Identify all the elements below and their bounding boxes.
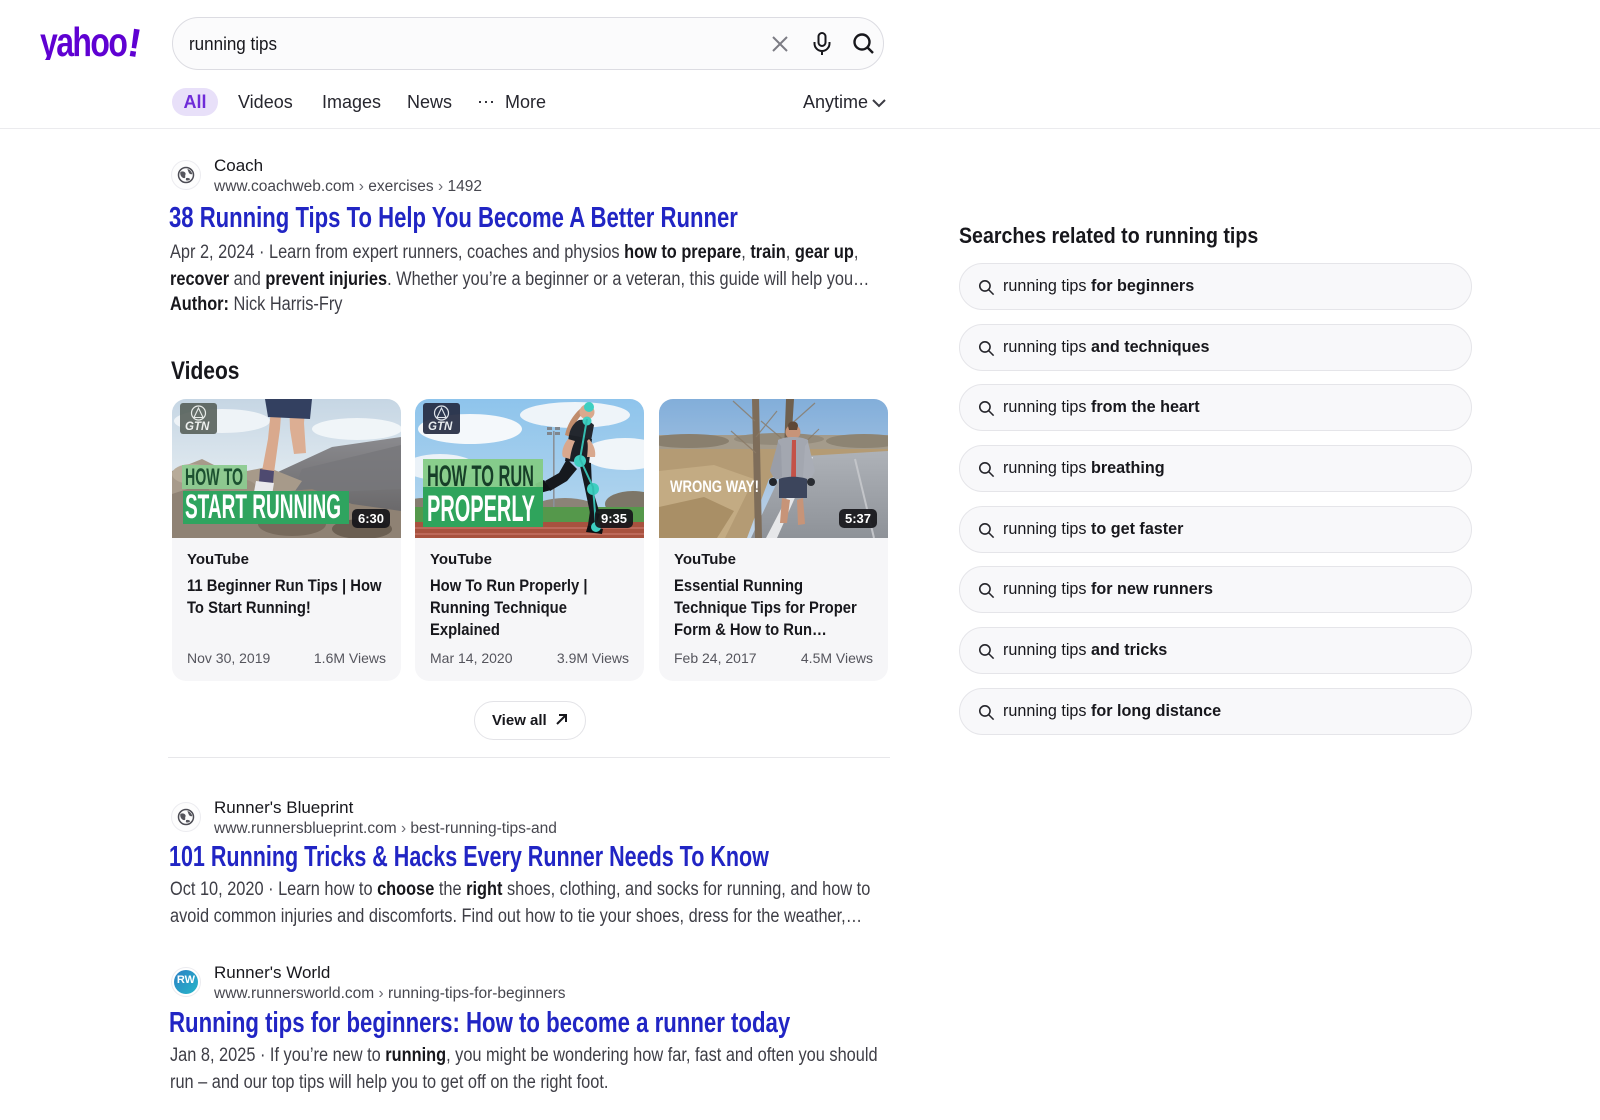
svg-text:yahoo: yahoo bbox=[40, 26, 128, 60]
svg-text:WRONG WAY!: WRONG WAY! bbox=[670, 477, 759, 496]
svg-text:PROPERLY: PROPERLY bbox=[427, 488, 535, 529]
svg-text:GTN: GTN bbox=[185, 421, 210, 433]
svg-text:GTN: GTN bbox=[428, 421, 453, 433]
svg-text:START RUNNING: START RUNNING bbox=[185, 488, 341, 526]
svg-text:!: ! bbox=[125, 26, 145, 60]
svg-text:HOW TO: HOW TO bbox=[185, 464, 243, 491]
